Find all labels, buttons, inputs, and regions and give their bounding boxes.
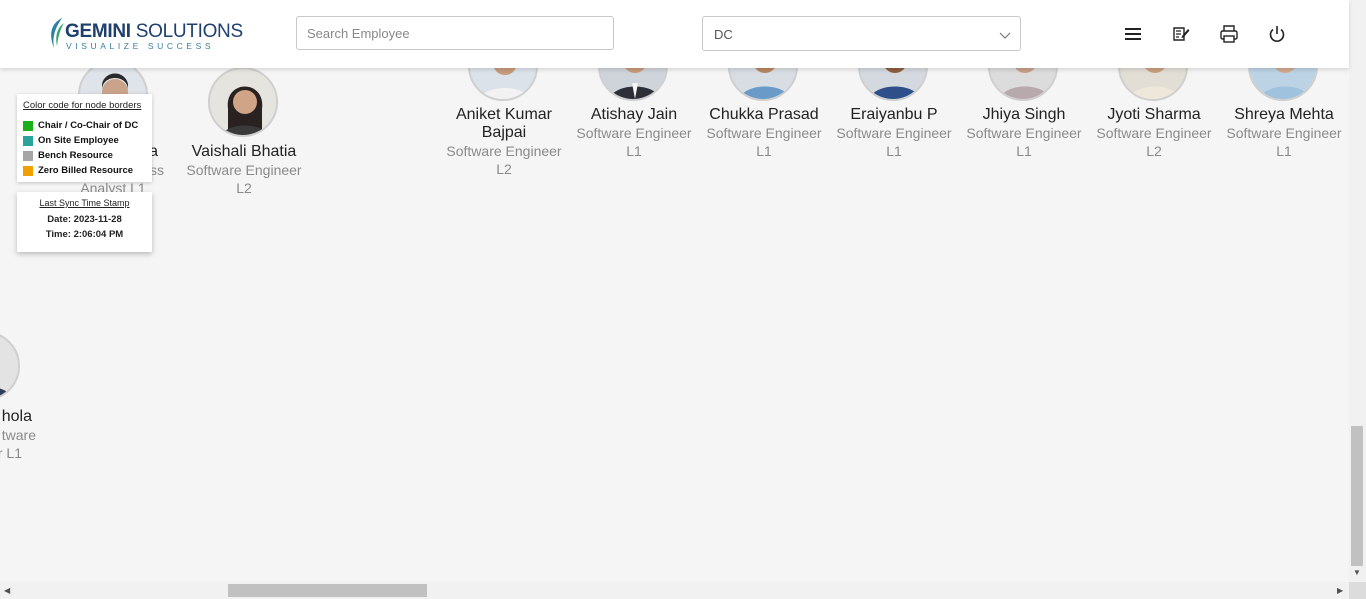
legend-item: Chair / Co-Chair of DC	[23, 118, 148, 133]
employee-avatar[interactable]	[858, 68, 928, 101]
search-employee-input[interactable]	[296, 16, 614, 50]
top-header: GEMINI SOLUTIONS VISUALIZE SUCCESS DC	[0, 0, 1349, 68]
employee-avatar[interactable]	[208, 68, 278, 137]
horizontal-scroll-thumb[interactable]	[228, 584, 427, 597]
legend-item: Zero Billed Resource	[23, 163, 148, 178]
employee-role: Software Engineer	[446, 143, 562, 159]
legend-label: On Site Employee	[38, 135, 119, 146]
person-photo-icon	[990, 68, 1056, 99]
dc-dropdown[interactable]: DC	[702, 16, 1021, 51]
employee-role: Software Engineer	[186, 162, 302, 178]
border-color-legend: Color code for node borders Chair / Co-C…	[17, 94, 152, 182]
employee-node[interactable]: Vaishali Bhatia Software Engineer L2	[179, 143, 309, 197]
employee-level: L1	[1276, 143, 1292, 159]
printer-icon[interactable]	[1219, 24, 1239, 44]
employee-name: Aniket Kumar Bajpai	[455, 106, 553, 141]
employee-level: L1	[1016, 143, 1032, 159]
employee-node[interactable]: Aniket Kumar Bajpai Software Engineer L2	[439, 106, 569, 178]
sync-timestamp-card: Last Sync Time Stamp Date: 2023-11-28 Ti…	[17, 192, 152, 252]
employee-avatar[interactable]	[1118, 68, 1188, 101]
person-photo-icon	[470, 68, 536, 99]
legend-item: Bench Resource	[23, 148, 148, 163]
employee-role: Software Engineer	[966, 125, 1082, 141]
employee-role: tware	[1, 427, 36, 443]
employee-avatar[interactable]	[598, 68, 668, 101]
scroll-down-arrow-icon[interactable]: ▼	[1353, 568, 1361, 578]
employee-node[interactable]: Atishay Jain Software Engineer L1	[569, 106, 699, 160]
color-swatch	[23, 120, 33, 131]
menu-icon[interactable]	[1123, 24, 1143, 44]
scroll-left-arrow-icon[interactable]: ◀	[4, 586, 10, 596]
employee-level: L1	[886, 143, 902, 159]
employee-level: L1	[756, 143, 772, 159]
color-swatch	[23, 135, 33, 146]
person-photo-icon	[730, 68, 796, 99]
scrollbar-corner	[1349, 582, 1366, 599]
employee-avatar[interactable]	[0, 331, 20, 401]
employee-node[interactable]: hola tware r L1	[0, 408, 50, 462]
employee-node[interactable]: Jhiya Singh Software Engineer L1	[959, 106, 1089, 160]
power-icon[interactable]	[1267, 24, 1287, 44]
gemini-logo[interactable]: GEMINI SOLUTIONS VISUALIZE SUCCESS	[46, 17, 243, 51]
employee-level: r L1	[0, 445, 22, 461]
employee-node[interactable]: Chukka Prasad Software Engineer L1	[699, 106, 829, 160]
employee-avatar[interactable]	[728, 68, 798, 101]
employee-role: Software Engineer	[706, 125, 822, 141]
employee-name: Jyoti Sharma	[1107, 106, 1201, 123]
employee-node[interactable]: Shreya Mehta Software Engineer L1	[1219, 106, 1349, 160]
employee-role: Software Engineer	[1096, 125, 1212, 141]
employee-name: hola	[1, 408, 32, 425]
employee-name: Eraiyanbu P	[850, 106, 938, 123]
employee-name: Vaishali Bhatia	[191, 143, 297, 160]
person-photo-icon	[860, 68, 926, 99]
employee-role: Software Engineer	[576, 125, 692, 141]
employee-name: Jhiya Singh	[982, 106, 1066, 123]
employee-name: Chukka Prasad	[709, 106, 819, 123]
employee-level: L2	[1146, 143, 1162, 159]
logo-wordmark: GEMINI SOLUTIONS	[65, 21, 243, 42]
legend-title: Color code for node borders	[23, 100, 142, 111]
employee-name: Shreya Mehta	[1234, 106, 1334, 123]
vertical-scroll-thumb[interactable]	[1351, 426, 1363, 566]
person-photo-icon	[600, 68, 666, 99]
person-photo-icon	[0, 333, 18, 399]
legend-label: Chair / Co-Chair of DC	[38, 120, 139, 131]
sync-date: Date: 2023-11-28	[47, 214, 122, 225]
org-chart-canvas[interactable]: a ss Analyst L1 Vaishali Bhatia Software…	[0, 68, 1349, 582]
person-photo-icon	[1250, 68, 1316, 99]
employee-node[interactable]: Eraiyanbu P Software Engineer L1	[829, 106, 959, 160]
chevron-down-icon	[999, 32, 1011, 39]
scroll-right-arrow-icon[interactable]: ▶	[1337, 586, 1343, 596]
employee-level: L1	[626, 143, 642, 159]
dc-dropdown-value: DC	[714, 27, 733, 42]
employee-role: Software Engineer	[836, 125, 952, 141]
color-swatch	[23, 150, 33, 161]
employee-name: Atishay Jain	[590, 106, 678, 123]
color-swatch	[23, 165, 33, 176]
logo-tagline: VISUALIZE SUCCESS	[66, 41, 215, 51]
legend-label: Zero Billed Resource	[38, 165, 134, 176]
horizontal-scrollbar[interactable]	[0, 582, 1349, 599]
notes-icon[interactable]	[1171, 24, 1191, 44]
person-photo-icon	[1120, 68, 1186, 99]
legend-label: Bench Resource	[38, 150, 113, 161]
employee-level: L2	[496, 161, 512, 177]
employee-node[interactable]: Jyoti Sharma Software Engineer L2	[1089, 106, 1219, 160]
employee-role: Software Engineer	[1226, 125, 1342, 141]
employee-avatar[interactable]	[1248, 68, 1318, 101]
leaf-logo-icon	[51, 18, 64, 48]
employee-level: L2	[236, 180, 252, 196]
employee-avatar[interactable]	[988, 68, 1058, 101]
sync-title: Last Sync Time Stamp	[39, 198, 130, 208]
employee-avatar[interactable]	[468, 68, 538, 101]
sync-time: Time: 2:06:04 PM	[45, 229, 124, 240]
person-photo-icon	[210, 69, 276, 135]
legend-item: On Site Employee	[23, 133, 148, 148]
